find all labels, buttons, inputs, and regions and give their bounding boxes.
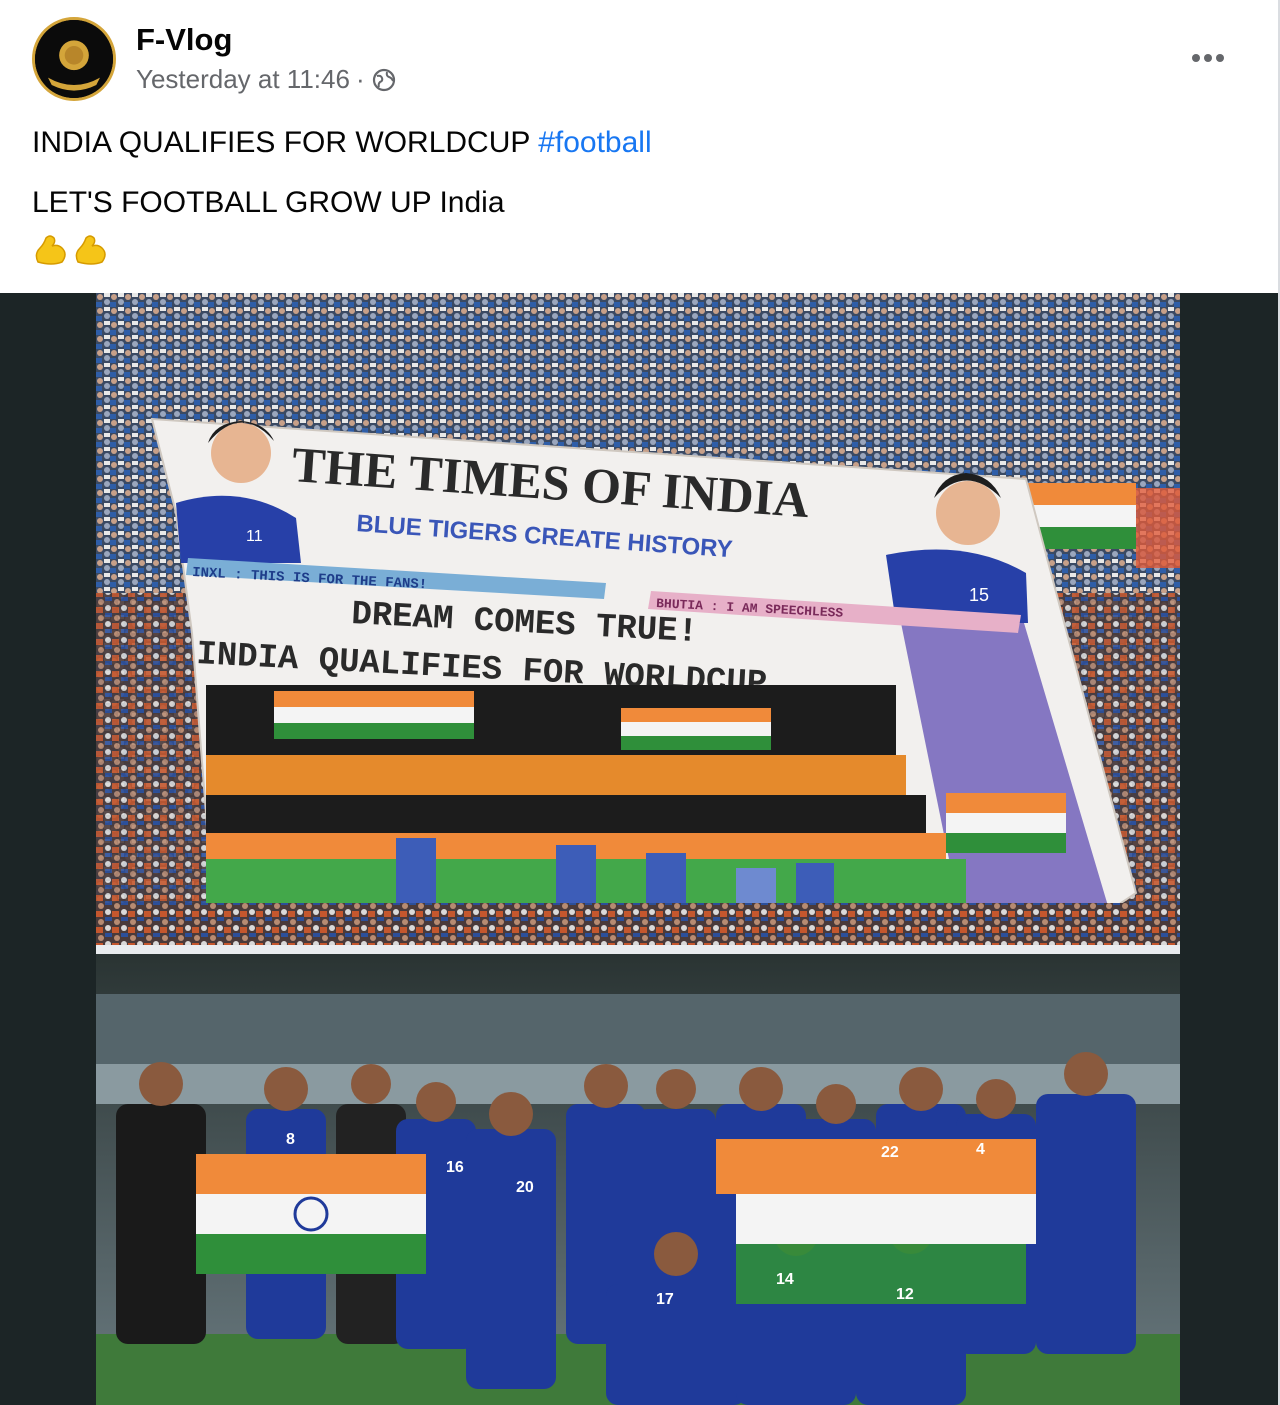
post-timestamp[interactable]: Yesterday at 11:46 [136,64,350,95]
post-media[interactable]: 11 15 THE TIMES OF INDIA BLUE TIGERS CRE… [0,293,1278,1405]
jersey-number: 12 [896,1286,914,1303]
post-meta: Yesterday at 11:46 · [136,64,397,95]
author-name[interactable]: F-Vlog [136,22,232,58]
post-text-line-1: INDIA QUALIFIES FOR WORLDCUP #football [32,126,652,160]
emoji-row [32,232,110,268]
hashtag-link[interactable]: #football [538,126,651,159]
jersey-number: 22 [881,1144,899,1161]
jersey-number: 17 [656,1291,674,1308]
facebook-post: F-Vlog Yesterday at 11:46 · INDIA QUALIF… [0,0,1280,1405]
jersey-number: 16 [446,1159,464,1176]
post-header: F-Vlog Yesterday at 11:46 · [0,0,1280,112]
author-avatar[interactable] [32,17,116,101]
post-text-line-2: LET'S FOOTBALL GROW UP India [32,186,505,219]
jersey-number: 8 [286,1131,295,1148]
banner-jersey-right: 15 [969,585,989,605]
flexed-biceps-emoji-icon [35,235,66,265]
jersey-number: 4 [976,1141,985,1158]
team-photo[interactable]: 8 16 20 22 14 17 12 4 [96,954,1180,1405]
banner-jersey-left: 11 [246,528,263,545]
meta-separator: · [355,64,365,94]
jersey-number: 20 [516,1179,534,1196]
banner-photo[interactable]: 11 15 THE TIMES OF INDIA BLUE TIGERS CRE… [96,293,1180,945]
more-options-icon[interactable] [1186,36,1230,80]
flexed-biceps-emoji-icon [75,235,106,265]
post-text-headline: INDIA QUALIFIES FOR WORLDCUP [32,126,530,159]
photo-separator [96,945,1180,954]
jersey-number: 14 [776,1271,794,1288]
globe-icon[interactable] [371,67,397,93]
